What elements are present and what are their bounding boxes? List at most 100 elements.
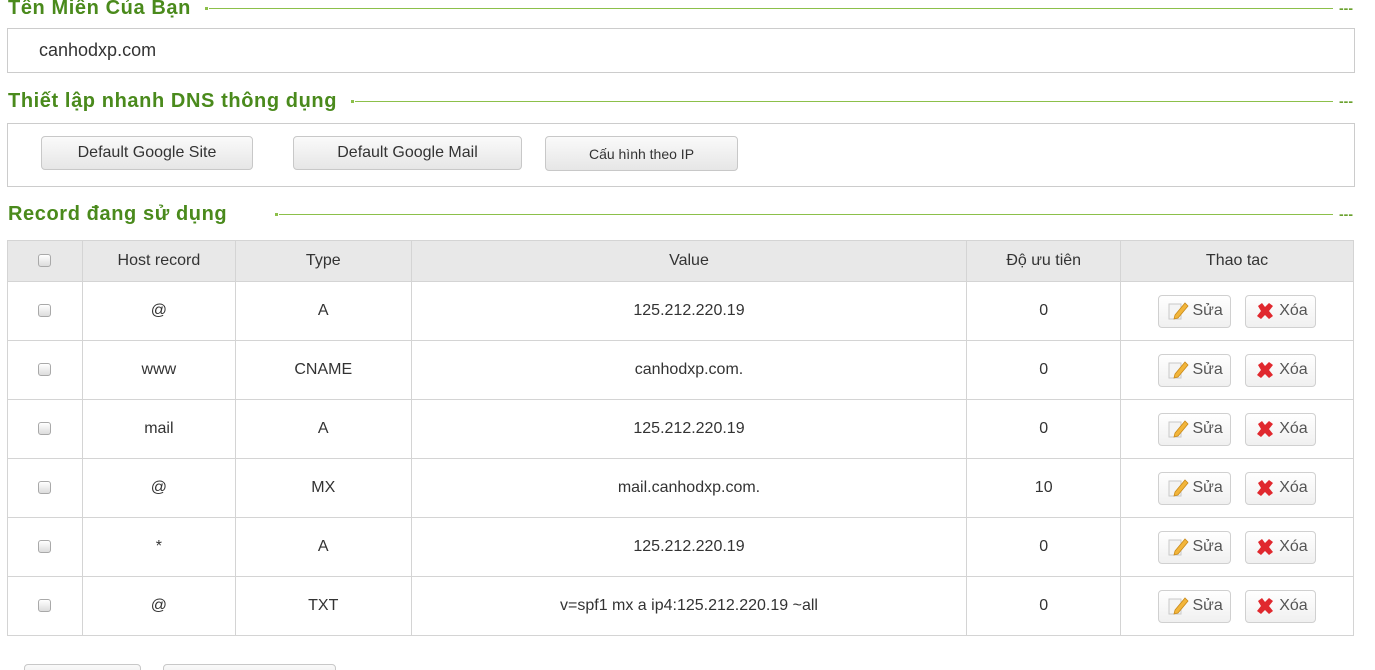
domain-name-box: canhodxp.com: [7, 28, 1355, 73]
column-header-host: Host record: [81, 240, 236, 282]
quick-dns-box: Default Google Site Default Google Mail …: [7, 123, 1355, 187]
cell-value: v=spf1 mx a ip4:125.212.220.19 ~all: [410, 576, 968, 636]
edit-label: Sửa: [1192, 597, 1223, 614]
edit-button[interactable]: Sửa: [1158, 471, 1231, 505]
cell-priority: 0: [966, 399, 1122, 459]
edit-button[interactable]: Sửa: [1158, 294, 1231, 328]
cell-host: @: [81, 576, 236, 636]
cell-host: @: [81, 281, 236, 341]
cell-actions: Sửa Xóa: [1120, 576, 1354, 636]
delete-label: Xóa: [1279, 420, 1308, 437]
cell-priority: 0: [966, 281, 1122, 341]
section-dash: ---: [1339, 206, 1353, 222]
red-x-delete-icon: [1254, 300, 1276, 322]
delete-label: Xóa: [1279, 302, 1308, 319]
cell-actions: Sửa Xóa: [1120, 399, 1354, 459]
red-x-delete-icon: [1254, 359, 1276, 381]
delete-button[interactable]: Xóa: [1245, 530, 1316, 564]
section-dash: ---: [1339, 0, 1353, 16]
red-x-delete-icon: [1254, 595, 1276, 617]
section-title-domain: Tên Miền Của Bạn: [8, 0, 191, 19]
section-header-records: Record đang sử dụng ---: [8, 200, 1353, 228]
cell-priority: 0: [966, 576, 1122, 636]
delete-button[interactable]: Xóa: [1245, 294, 1316, 328]
dns-records-table: Host record Type Value Độ ưu tiên Thao t…: [7, 240, 1354, 636]
edit-button[interactable]: Sửa: [1158, 412, 1231, 446]
cell-host: *: [81, 517, 236, 577]
cell-value: 125.212.220.19: [410, 399, 968, 459]
cell-actions: Sửa Xóa: [1120, 458, 1354, 518]
pencil-edit-icon: [1167, 536, 1189, 558]
row-checkbox[interactable]: [38, 422, 52, 436]
delete-label: Xóa: [1279, 361, 1308, 378]
cell-actions: Sửa Xóa: [1120, 517, 1354, 577]
column-header-actions: Thao tac: [1120, 240, 1354, 282]
cell-value: 125.212.220.19: [410, 517, 968, 577]
section-divider: [351, 99, 1333, 103]
cell-type: CNAME: [234, 340, 412, 400]
delete-label: Xóa: [1279, 479, 1308, 496]
section-header-quick-dns: Thiết lập nhanh DNS thông dụng ---: [8, 87, 1353, 115]
cell-host: www: [81, 340, 236, 400]
domain-name-value: canhodxp.com: [39, 40, 157, 60]
row-checkbox[interactable]: [38, 481, 52, 495]
cell-actions: Sửa Xóa: [1120, 281, 1354, 341]
edit-label: Sửa: [1192, 538, 1223, 555]
delete-label: Xóa: [1279, 597, 1308, 614]
section-divider: [204, 6, 1333, 10]
table-header-row: Host record Type Value Độ ưu tiên Thao t…: [7, 240, 1354, 282]
cell-priority: 0: [966, 517, 1122, 577]
row-checkbox[interactable]: [38, 540, 52, 554]
delete-button[interactable]: Xóa: [1245, 589, 1316, 623]
cell-type: A: [234, 517, 412, 577]
delete-button[interactable]: Xóa: [1245, 471, 1316, 505]
default-google-site-button[interactable]: Default Google Site: [41, 136, 253, 170]
edit-button[interactable]: Sửa: [1158, 353, 1231, 387]
red-x-delete-icon: [1254, 536, 1276, 558]
delete-button[interactable]: Xóa: [1245, 412, 1316, 446]
table-row: @ MX mail.canhodxp.com. 10 Sửa Xóa: [7, 458, 1354, 518]
cell-host: @: [81, 458, 236, 518]
select-all-cell: [7, 240, 83, 282]
bottom-action-button[interactable]: [163, 664, 336, 670]
table-row: * A 125.212.220.19 0 Sửa Xóa: [7, 517, 1354, 577]
edit-label: Sửa: [1192, 420, 1223, 437]
section-dash: ---: [1339, 93, 1353, 109]
column-header-priority: Độ ưu tiên: [966, 240, 1122, 282]
edit-label: Sửa: [1192, 302, 1223, 319]
red-x-delete-icon: [1254, 418, 1276, 440]
edit-button[interactable]: Sửa: [1158, 589, 1231, 623]
column-header-value: Value: [410, 240, 968, 282]
row-checkbox[interactable]: [38, 363, 52, 377]
row-checkbox[interactable]: [38, 599, 52, 613]
cell-value: canhodxp.com.: [410, 340, 968, 400]
cell-actions: Sửa Xóa: [1120, 340, 1354, 400]
column-header-type: Type: [234, 240, 412, 282]
pencil-edit-icon: [1167, 418, 1189, 440]
cell-priority: 10: [966, 458, 1122, 518]
section-header-domain: Tên Miền Của Bạn ---: [8, 0, 1353, 22]
table-row: @ A 125.212.220.19 0 Sửa Xóa: [7, 281, 1354, 341]
pencil-edit-icon: [1167, 300, 1189, 322]
cell-value: mail.canhodxp.com.: [410, 458, 968, 518]
table-row: @ TXT v=spf1 mx a ip4:125.212.220.19 ~al…: [7, 576, 1354, 636]
edit-label: Sửa: [1192, 479, 1223, 496]
delete-button[interactable]: Xóa: [1245, 353, 1316, 387]
select-all-checkbox[interactable]: [38, 254, 52, 268]
cell-type: TXT: [234, 576, 412, 636]
table-row: mail A 125.212.220.19 0 Sửa Xóa: [7, 399, 1354, 459]
cell-priority: 0: [966, 340, 1122, 400]
row-checkbox[interactable]: [38, 304, 52, 318]
section-title-quick-dns: Thiết lập nhanh DNS thông dụng: [8, 89, 338, 112]
pencil-edit-icon: [1167, 477, 1189, 499]
config-by-ip-button[interactable]: Cấu hình theo IP: [545, 136, 738, 171]
pencil-edit-icon: [1167, 595, 1189, 617]
table-row: www CNAME canhodxp.com. 0 Sửa Xóa: [7, 340, 1354, 400]
default-google-mail-button[interactable]: Default Google Mail: [293, 136, 522, 170]
cell-host: mail: [81, 399, 236, 459]
delete-label: Xóa: [1279, 538, 1308, 555]
section-divider: [275, 212, 1333, 216]
edit-button[interactable]: Sửa: [1158, 530, 1231, 564]
bottom-action-button[interactable]: [24, 664, 141, 670]
section-title-records: Record đang sử dụng: [8, 202, 228, 225]
